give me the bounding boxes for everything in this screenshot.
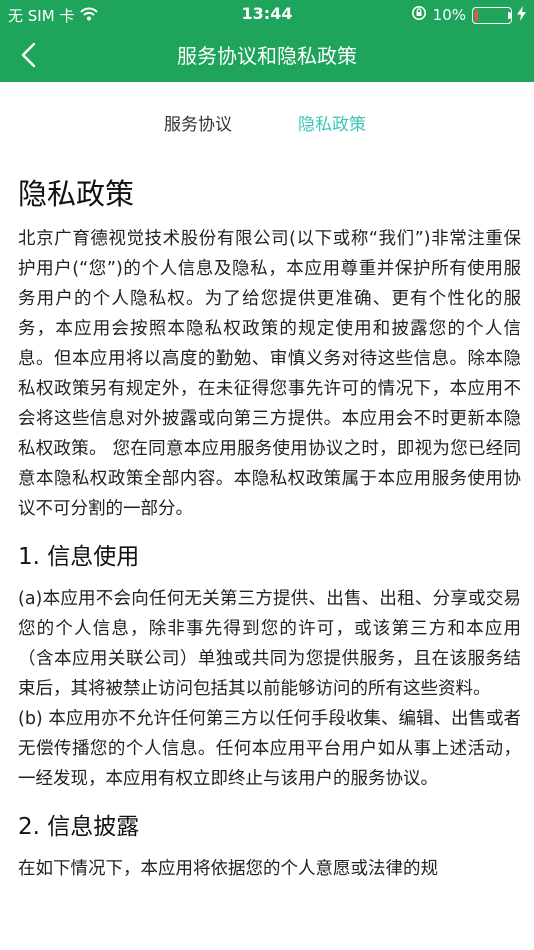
page-title: 服务协议和隐私政策 <box>177 44 357 68</box>
section-1-para-a: (a)本应用不会向任何无关第三方提供、出售、出租、分享或交易您的个人信息，除非事… <box>18 589 521 699</box>
section-2-partial-text: 在如下情况下，本应用将依据您的个人意愿或法律的规 <box>18 859 438 879</box>
policy-title: 隐私政策 <box>18 177 135 211</box>
battery-level-fill <box>475 9 478 21</box>
policy-content: 隐私政策 北京广育德视觉技术股份有限公司(以下或称“我们”)非常注重保护用户(“… <box>18 170 521 884</box>
tab-service-agreement[interactable]: 服务协议 <box>164 110 232 135</box>
orientation-lock-icon <box>411 5 427 25</box>
status-bar: 无 SIM 卡 13:44 10% <box>0 0 534 28</box>
battery-percent: 10% <box>432 6 466 24</box>
nav-bar: 服务协议和隐私政策 <box>0 28 534 82</box>
section-2-title: 2. 信息披露 <box>18 814 140 840</box>
top-bar: 无 SIM 卡 13:44 10% 服务协议和隐私政策 <box>0 0 534 82</box>
tab-bar: 服务协议 隐私政策 <box>0 100 534 144</box>
section-1-title: 1. 信息使用 <box>18 544 140 570</box>
tab-privacy-policy[interactable]: 隐私政策 <box>298 110 366 135</box>
battery-icon <box>472 6 512 24</box>
section-1-para-b: (b) 本应用亦不允许任何第三方以任何手段收集、编辑、出售或者无偿传播您的个人信… <box>18 709 521 789</box>
charging-bolt-icon <box>517 5 526 25</box>
intro-paragraph: 北京广育德视觉技术股份有限公司(以下或称“我们”)非常注重保护用户(“您”)的个… <box>18 229 521 519</box>
